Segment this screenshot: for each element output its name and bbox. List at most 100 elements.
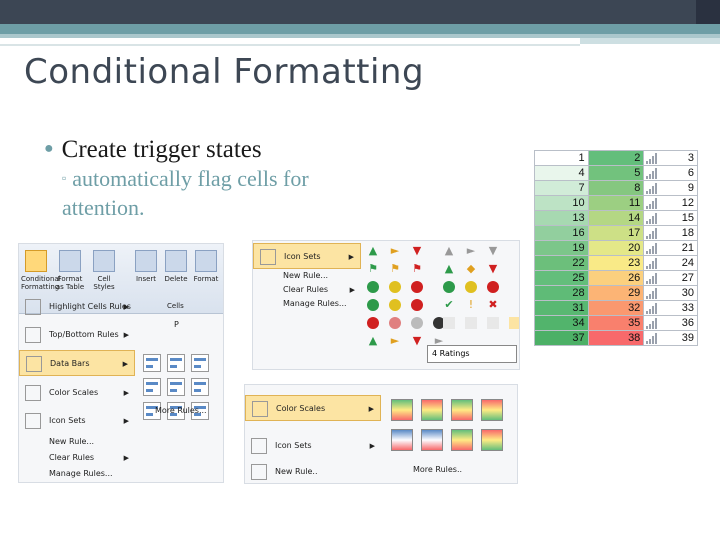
grid-cell[interactable]: 6 — [643, 165, 698, 181]
grid-cell[interactable]: 3 — [643, 150, 698, 166]
grid-cell[interactable]: 9 — [643, 180, 698, 196]
grid-cell[interactable]: 26 — [587, 270, 645, 286]
grid-cell[interactable]: 29 — [587, 285, 645, 301]
color-scale-option[interactable] — [421, 399, 443, 421]
data-bar-option[interactable] — [143, 354, 161, 372]
grid-cell[interactable]: 21 — [643, 240, 698, 256]
grid-cell[interactable]: 16 — [534, 225, 589, 241]
grid-cell[interactable]: 2 — [587, 150, 645, 166]
cross-icon[interactable]: ✖ — [487, 299, 499, 311]
color-scale-option[interactable] — [451, 399, 473, 421]
flag-red-icon[interactable]: ⚑ — [411, 263, 423, 275]
insert-button[interactable]: Insert — [131, 250, 161, 308]
circle-green-icon[interactable] — [443, 281, 455, 293]
grid-cell[interactable]: 11 — [587, 195, 645, 211]
grid-cell[interactable]: 31 — [534, 300, 589, 316]
circle-red-icon[interactable] — [487, 281, 499, 293]
format-button[interactable]: Format — [191, 250, 221, 308]
color-scale-option[interactable] — [391, 399, 413, 421]
rating-bars-icon[interactable] — [443, 317, 455, 329]
color-scale-option[interactable] — [481, 429, 503, 451]
grid-cell[interactable]: 17 — [587, 225, 645, 241]
menu-color-scales[interactable]: Color Scales ▶ — [19, 380, 135, 406]
color-scale-option[interactable] — [421, 429, 443, 451]
circle-green-icon[interactable] — [367, 281, 379, 293]
arrow-up-icon[interactable]: ▲ — [367, 245, 379, 257]
grid-cell[interactable]: 13 — [534, 210, 589, 226]
grid-cell[interactable]: 35 — [587, 315, 645, 331]
more-rules-link[interactable]: More Rules.. — [413, 465, 462, 474]
circle-green-icon[interactable] — [367, 299, 379, 311]
diamond-yellow-icon[interactable]: ◆ — [465, 263, 477, 275]
data-bar-option[interactable] — [167, 378, 185, 396]
circle-pink-icon[interactable] — [389, 317, 401, 329]
grid-cell[interactable]: 5 — [587, 165, 645, 181]
rating-bars-icon[interactable] — [465, 317, 477, 329]
circle-yellow-icon[interactable] — [389, 281, 401, 293]
grid-cell[interactable]: 30 — [643, 285, 698, 301]
circle-red-icon[interactable] — [411, 299, 423, 311]
grid-cell[interactable]: 24 — [643, 255, 698, 271]
grid-cell[interactable]: 22 — [534, 255, 589, 271]
grid-cell[interactable]: 36 — [643, 315, 698, 331]
grid-cell[interactable]: 39 — [643, 330, 698, 346]
arrow-up-gray-icon[interactable]: ▲ — [443, 245, 455, 257]
arrow-up-icon[interactable]: ▲ — [367, 335, 379, 347]
grid-cell[interactable]: 14 — [587, 210, 645, 226]
arrow-right-icon[interactable]: ► — [389, 335, 401, 347]
triangle-red-icon[interactable]: ▼ — [487, 263, 499, 275]
circle-red-icon[interactable] — [367, 317, 379, 329]
menu-clear-rules[interactable]: Clear Rules ▶ — [253, 283, 361, 297]
menu-icon-sets[interactable]: Icon Sets ▶ — [245, 433, 381, 459]
circle-yellow-icon[interactable] — [389, 299, 401, 311]
menu-clear-rules[interactable]: Clear Rules ▶ — [19, 450, 135, 466]
grid-cell[interactable]: 18 — [643, 225, 698, 241]
check-icon[interactable]: ✔ — [443, 299, 455, 311]
arrow-down-icon[interactable]: ▼ — [411, 335, 423, 347]
menu-color-scales[interactable]: Color Scales ▶ — [245, 395, 381, 421]
grid-cell[interactable]: 33 — [643, 300, 698, 316]
menu-top-bottom-rules[interactable]: Top/Bottom Rules ▶ — [19, 322, 135, 348]
grid-cell[interactable]: 25 — [534, 270, 589, 286]
menu-new-rule[interactable]: New Rule.. — [245, 459, 381, 483]
grid-cell[interactable]: 15 — [643, 210, 698, 226]
grid-cell[interactable]: 4 — [534, 165, 589, 181]
arrow-down-icon[interactable]: ▼ — [411, 245, 423, 257]
color-scale-option[interactable] — [451, 429, 473, 451]
data-bar-option[interactable] — [191, 378, 209, 396]
data-bar-option[interactable] — [191, 354, 209, 372]
grid-cell[interactable]: 7 — [534, 180, 589, 196]
circle-red-icon[interactable] — [411, 281, 423, 293]
arrow-right-icon[interactable]: ► — [389, 245, 401, 257]
menu-new-rule[interactable]: New Rule... — [19, 434, 135, 450]
rating-bars-icon[interactable] — [487, 317, 499, 329]
delete-button[interactable]: Delete — [161, 250, 191, 308]
grid-cell[interactable]: 1 — [534, 150, 589, 166]
arrow-right-gray-icon[interactable]: ► — [465, 245, 477, 257]
menu-icon-sets[interactable]: Icon Sets ▶ — [253, 243, 361, 269]
flag-green-icon[interactable]: ⚑ — [367, 263, 379, 275]
color-scale-option[interactable] — [481, 399, 503, 421]
grid-cell[interactable]: 8 — [587, 180, 645, 196]
color-scale-option[interactable] — [391, 429, 413, 451]
menu-icon-sets[interactable]: Icon Sets ▶ — [19, 408, 135, 434]
grid-cell[interactable]: 38 — [587, 330, 645, 346]
grid-cell[interactable]: 23 — [587, 255, 645, 271]
exclamation-icon[interactable]: ! — [465, 299, 477, 311]
grid-cell[interactable]: 12 — [643, 195, 698, 211]
grid-cell[interactable]: 19 — [534, 240, 589, 256]
arrow-down-gray-icon[interactable]: ▼ — [487, 245, 499, 257]
grid-cell[interactable]: 34 — [534, 315, 589, 331]
menu-data-bars[interactable]: Data Bars ▶ — [19, 350, 135, 376]
flag-yellow-icon[interactable]: ⚑ — [389, 263, 401, 275]
menu-manage-rules[interactable]: Manage Rules... — [19, 466, 135, 482]
data-bar-option[interactable] — [143, 378, 161, 396]
circle-yellow-icon[interactable] — [465, 281, 477, 293]
grid-cell[interactable]: 10 — [534, 195, 589, 211]
grid-cell[interactable]: 20 — [587, 240, 645, 256]
grid-cell[interactable]: 37 — [534, 330, 589, 346]
menu-new-rule[interactable]: New Rule... — [253, 269, 361, 283]
rating-bars-selected-icon[interactable] — [509, 317, 519, 329]
more-rules-link[interactable]: More Rules... — [155, 406, 207, 415]
grid-cell[interactable]: 27 — [643, 270, 698, 286]
